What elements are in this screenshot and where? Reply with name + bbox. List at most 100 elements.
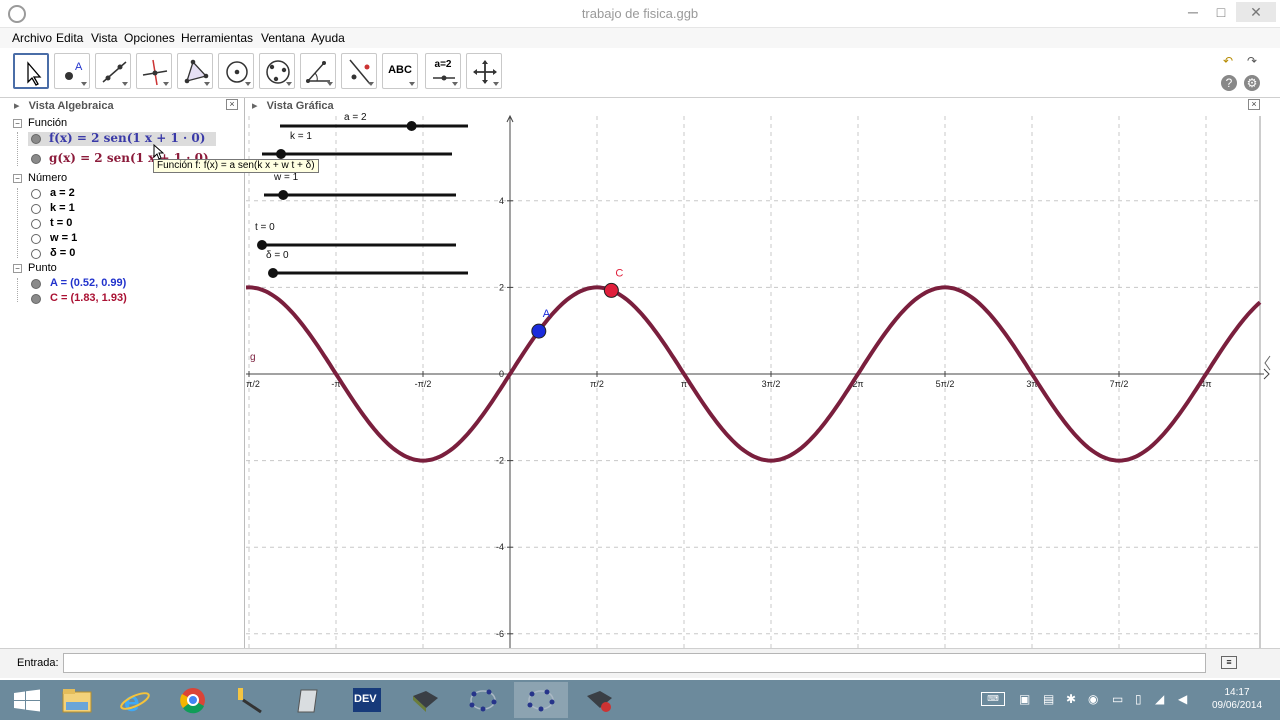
tool-polygon[interactable] — [177, 53, 213, 89]
visibility-dot-icon[interactable] — [31, 189, 41, 199]
tool-slider[interactable]: a=2 — [425, 53, 461, 89]
battery-icon[interactable]: ▯ — [1135, 692, 1142, 706]
input-bar: Entrada: ≡ — [0, 648, 1280, 678]
tray-app-icon[interactable]: ◉ — [1088, 692, 1098, 706]
collapse-toggle-icon[interactable]: − — [13, 119, 22, 128]
geogebra-icon-4[interactable] — [572, 682, 626, 718]
slider-handle[interactable] — [406, 121, 417, 131]
group-label: Punto — [28, 262, 57, 274]
paint-tool-icon[interactable] — [224, 682, 278, 718]
redo-icon[interactable]: ↷ — [1244, 53, 1260, 69]
number-a: a = 2 — [50, 187, 75, 199]
graphics-close-icon[interactable]: × — [1248, 99, 1260, 110]
taskbar: e DEV ⌨ ▣ ▤ ✱ ◉ ▭ ▯ ◢ ◀ 14:17 09/06/2014 — [0, 680, 1280, 720]
function-f-row[interactable]: f(x) = 2 sen(1 x + 1 · 0) — [28, 131, 216, 146]
title-bar: trabajo de fisica.ggb ─ □ ✕ — [0, 0, 1280, 28]
point-c[interactable] — [603, 282, 619, 298]
slider-handle[interactable] — [276, 149, 286, 159]
visibility-dot-icon[interactable] — [31, 154, 41, 164]
number-row[interactable]: t = 0 — [0, 217, 245, 231]
settings-gear-icon[interactable]: ⚙ — [1244, 75, 1260, 91]
keyboard-icon[interactable]: ≡ — [1221, 656, 1237, 669]
text-icon: ABC — [388, 64, 412, 76]
geogebra-icon-2[interactable] — [456, 682, 510, 718]
geogebra-icon[interactable] — [398, 682, 452, 718]
slider-handle[interactable] — [257, 240, 267, 250]
menu-ayuda[interactable]: Ayuda — [311, 31, 345, 45]
tray-network-icon[interactable]: ▤ — [1043, 692, 1054, 706]
visibility-dot-icon[interactable] — [31, 279, 41, 289]
notepad-icon[interactable] — [282, 682, 336, 718]
collapse-toggle-icon[interactable]: − — [13, 264, 22, 273]
group-numero[interactable]: − Número — [0, 172, 245, 186]
tray-monitor-icon[interactable]: ▣ — [1019, 692, 1030, 706]
menu-opciones[interactable]: Opciones — [124, 31, 175, 45]
volume-icon[interactable]: ◀ — [1178, 692, 1187, 706]
geogebra-icon-3[interactable] — [514, 682, 568, 718]
point-label: C — [615, 267, 623, 279]
graph-canvas[interactable]: -3π/2-π-π/2π/2π3π/22π5π/23π7π/24π9π/25π4… — [246, 98, 1280, 648]
menu-edita[interactable]: Edita — [56, 31, 83, 45]
close-button[interactable]: ✕ — [1236, 2, 1276, 22]
graphics-view[interactable]: ▸ Vista Gráfica × -3π/2-π-π/2π/2π3π/22π5… — [246, 98, 1280, 648]
collapse-toggle-icon[interactable]: − — [13, 174, 22, 183]
tool-point[interactable]: A — [54, 53, 90, 89]
tool-line[interactable] — [95, 53, 131, 89]
menu-vista[interactable]: Vista — [91, 31, 117, 45]
number-row[interactable]: k = 1 — [0, 202, 245, 216]
slider-icon-label: a=2 — [434, 59, 452, 70]
slider-handle[interactable] — [268, 268, 278, 278]
minimize-button[interactable]: ─ — [1182, 2, 1204, 22]
dev-icon[interactable]: DEV — [340, 682, 394, 718]
tool-move-graphics[interactable] — [466, 53, 502, 89]
visibility-dot-icon[interactable] — [31, 249, 41, 259]
internet-explorer-icon[interactable]: e — [108, 682, 162, 718]
tool-text[interactable]: ABC — [382, 53, 418, 89]
file-explorer-icon[interactable] — [50, 682, 104, 718]
algebra-view-header: ▸ Vista Algebraica — [14, 99, 114, 113]
point-a[interactable] — [531, 323, 547, 339]
action-center-icon[interactable]: ▭ — [1112, 692, 1123, 706]
number-row[interactable]: δ = 0 — [0, 247, 245, 261]
visibility-dot-icon[interactable] — [31, 219, 41, 229]
tool-angle[interactable] — [300, 53, 336, 89]
algebra-close-icon[interactable]: × — [226, 99, 238, 110]
visibility-dot-icon[interactable] — [31, 234, 41, 244]
maximize-button[interactable]: □ — [1210, 2, 1232, 22]
visibility-dot-icon[interactable] — [31, 134, 41, 144]
clock[interactable]: 14:17 09/06/2014 — [1200, 686, 1274, 712]
chrome-icon[interactable] — [166, 682, 220, 718]
tool-circle-center[interactable] — [218, 53, 254, 89]
toolbar: A ABC a=2 ↶ ↷ ? ⚙ — [0, 48, 1280, 98]
bluetooth-icon[interactable]: ✱ — [1066, 692, 1076, 706]
visibility-dot-icon[interactable] — [31, 204, 41, 214]
side-panel-arrow-icon[interactable] — [1264, 355, 1271, 371]
tool-reflect[interactable] — [341, 53, 377, 89]
menu-herramientas[interactable]: Herramientas — [181, 31, 253, 45]
windows-start-icon[interactable] — [0, 682, 54, 718]
tool-perpendicular[interactable] — [136, 53, 172, 89]
point-row[interactable]: A = (0.52, 0.99) — [0, 277, 245, 291]
undo-icon[interactable]: ↶ — [1220, 53, 1236, 69]
menu-ventana[interactable]: Ventana — [261, 31, 305, 45]
help-icon[interactable]: ? — [1221, 75, 1237, 91]
input-field[interactable] — [63, 653, 1206, 673]
touch-keyboard-icon[interactable]: ⌨ — [981, 692, 1005, 706]
graphics-collapse-arrow-icon[interactable]: ▸ — [252, 100, 258, 112]
group-punto[interactable]: − Punto — [0, 262, 245, 276]
slider-label: a = 2 — [344, 112, 367, 123]
tool-move[interactable] — [13, 53, 49, 89]
number-row[interactable]: a = 2 — [0, 187, 245, 201]
graphics-view-header: ▸ Vista Gráfica — [252, 99, 334, 113]
move-arrow-icon — [27, 61, 42, 86]
tool-circle-three-points[interactable] — [259, 53, 295, 89]
visibility-dot-icon[interactable] — [31, 294, 41, 304]
slider-handle[interactable] — [278, 190, 289, 200]
algebra-collapse-arrow-icon[interactable]: ▸ — [14, 100, 20, 112]
wifi-icon[interactable]: ◢ — [1155, 692, 1164, 706]
point-row[interactable]: C = (1.83, 1.93) — [0, 292, 245, 306]
function-f-text: f(x) = 2 sen(1 x + 1 · 0) — [49, 131, 206, 145]
menu-archivo[interactable]: Archivo — [12, 31, 52, 45]
number-row[interactable]: w = 1 — [0, 232, 245, 246]
group-funcion[interactable]: − Función — [0, 117, 245, 131]
